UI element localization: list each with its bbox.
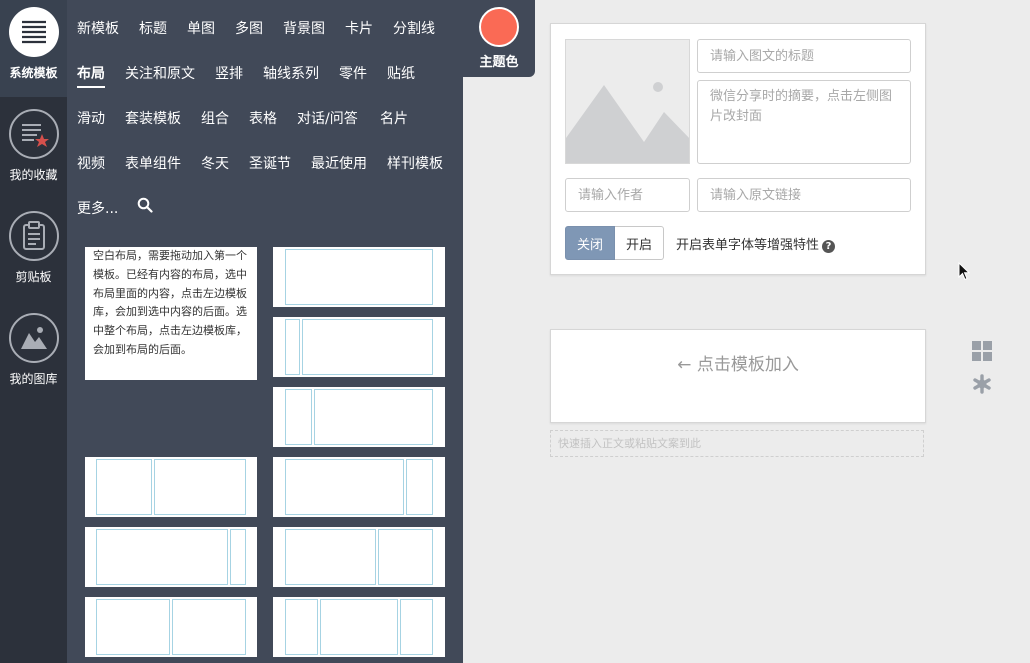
layout-template-two-equal[interactable] bbox=[85, 597, 257, 657]
image-library-icon bbox=[8, 313, 59, 363]
rail-label: 我的图库 bbox=[9, 372, 58, 386]
category-dialog-qa[interactable]: 对话/问答 bbox=[297, 108, 358, 128]
category-vertical[interactable]: 竖排 bbox=[215, 63, 243, 83]
search-icon[interactable] bbox=[137, 197, 153, 213]
add-template-box[interactable]: ← 点击模板加入 bbox=[550, 329, 926, 423]
enhance-toggle: 关闭 开启 bbox=[565, 226, 665, 260]
layout-template-wide-left[interactable] bbox=[273, 527, 445, 587]
favorites-star-icon bbox=[8, 109, 59, 159]
gear-icon[interactable] bbox=[972, 374, 992, 394]
title-input[interactable] bbox=[697, 39, 911, 73]
layout-template-narrow-left[interactable] bbox=[273, 317, 445, 377]
category-form-components[interactable]: 表单组件 bbox=[125, 153, 181, 173]
category-background-image[interactable]: 背景图 bbox=[283, 18, 325, 38]
category-table[interactable]: 表格 bbox=[249, 108, 277, 128]
image-placeholder-icon bbox=[566, 82, 689, 163]
layout-column bbox=[285, 529, 376, 585]
rail-item-clipboard[interactable]: 剪贴板 bbox=[0, 211, 67, 285]
category-business-card[interactable]: 名片 bbox=[380, 108, 408, 128]
category-christmas[interactable]: 圣诞节 bbox=[249, 153, 291, 173]
toggle-off-button[interactable]: 关闭 bbox=[565, 226, 616, 260]
category-parts[interactable]: 零件 bbox=[339, 63, 367, 83]
category-single-image[interactable]: 单图 bbox=[187, 18, 215, 38]
layout-column bbox=[285, 319, 300, 375]
category-title[interactable]: 标题 bbox=[139, 18, 167, 38]
cover-image-placeholder[interactable] bbox=[565, 39, 690, 164]
category-multi-image[interactable]: 多图 bbox=[235, 18, 263, 38]
category-axis-series[interactable]: 轴线系列 bbox=[263, 63, 319, 83]
editor-area: 关闭 开启 开启表单字体等增强特性? ← 点击模板加入 快速插入正文或粘贴文案到… bbox=[463, 0, 1030, 663]
layout-hint-card: 空白布局，需要拖动加入第一个模板。已经有内容的布局，选中布局里面的内容，点击左边… bbox=[85, 247, 257, 380]
list-lines-icon bbox=[8, 7, 59, 57]
quick-insert-area[interactable]: 快速插入正文或粘贴文案到此 bbox=[550, 430, 924, 457]
layout-column bbox=[302, 319, 433, 375]
author-input[interactable] bbox=[565, 178, 690, 212]
category-new-templates[interactable]: 新模板 bbox=[77, 18, 119, 38]
layout-column bbox=[96, 459, 152, 515]
toggle-on-button[interactable]: 开启 bbox=[615, 226, 665, 260]
layout-template-three-column[interactable] bbox=[273, 597, 445, 657]
layout-template-small-left[interactable] bbox=[273, 387, 445, 447]
layout-template-small-right[interactable] bbox=[273, 457, 445, 517]
enhance-feature-label: 开启表单字体等增强特性? bbox=[676, 234, 836, 253]
rail-item-image-library[interactable]: 我的图库 bbox=[0, 313, 67, 387]
clipboard-icon bbox=[8, 211, 59, 261]
layout-column bbox=[406, 459, 433, 515]
summary-input[interactable] bbox=[697, 80, 911, 164]
enhance-feature-text: 开启表单字体等增强特性 bbox=[676, 238, 820, 253]
template-panel: 新模板 标题 单图 多图 背景图 卡片 分割线 布局 关注和原文 竖排 轴线系列… bbox=[67, 0, 463, 663]
category-follow-original[interactable]: 关注和原文 bbox=[125, 63, 195, 83]
layout-column bbox=[285, 459, 404, 515]
left-rail: 系统模板 我的收藏 剪贴板 我的图库 bbox=[0, 0, 67, 663]
layout-hint-text: 空白布局，需要拖动加入第一个模板。已经有内容的布局，选中布局里面的内容，点击左边… bbox=[93, 249, 247, 356]
category-video[interactable]: 视频 bbox=[77, 153, 105, 173]
layout-column bbox=[320, 599, 398, 655]
layout-column bbox=[172, 599, 246, 655]
rail-label: 剪贴板 bbox=[15, 270, 52, 284]
original-link-input[interactable] bbox=[697, 178, 911, 212]
help-icon[interactable]: ? bbox=[822, 240, 836, 253]
layout-column bbox=[96, 529, 228, 585]
layout-template-narrow-left-wide[interactable] bbox=[85, 457, 257, 517]
layout-template-thin-right[interactable] bbox=[85, 527, 257, 587]
layout-column bbox=[314, 389, 433, 445]
rail-item-system-templates[interactable]: 系统模板 bbox=[0, 0, 67, 97]
layout-column bbox=[378, 529, 433, 585]
category-layout[interactable]: 布局 bbox=[77, 63, 105, 88]
rail-label: 系统模板 bbox=[9, 66, 58, 80]
category-more[interactable]: 更多... bbox=[77, 198, 118, 218]
category-suite-templates[interactable]: 套装模板 bbox=[125, 108, 181, 128]
add-template-label: ← 点击模板加入 bbox=[677, 355, 799, 375]
category-winter[interactable]: 冬天 bbox=[201, 153, 229, 173]
layout-column bbox=[154, 459, 246, 515]
layout-column bbox=[96, 599, 170, 655]
mouse-cursor-icon bbox=[958, 262, 971, 281]
rail-label: 我的收藏 bbox=[9, 168, 58, 182]
rail-item-favorites[interactable]: 我的收藏 bbox=[0, 109, 67, 183]
category-sample-templates[interactable]: 样刊模板 bbox=[387, 153, 443, 173]
layout-template-single[interactable] bbox=[273, 247, 445, 307]
layout-column bbox=[285, 599, 318, 655]
category-card[interactable]: 卡片 bbox=[345, 18, 373, 38]
layout-column bbox=[285, 389, 312, 445]
article-info-box: 关闭 开启 开启表单字体等增强特性? bbox=[550, 23, 926, 275]
layout-column bbox=[230, 529, 246, 585]
grid-icon[interactable] bbox=[972, 341, 992, 361]
category-combination[interactable]: 组合 bbox=[201, 108, 229, 128]
layout-column bbox=[400, 599, 433, 655]
category-stickers[interactable]: 贴纸 bbox=[387, 63, 415, 83]
layout-column bbox=[285, 249, 433, 305]
category-divider[interactable]: 分割线 bbox=[393, 18, 435, 38]
category-slide[interactable]: 滑动 bbox=[77, 108, 105, 128]
category-recently-used[interactable]: 最近使用 bbox=[311, 153, 367, 173]
